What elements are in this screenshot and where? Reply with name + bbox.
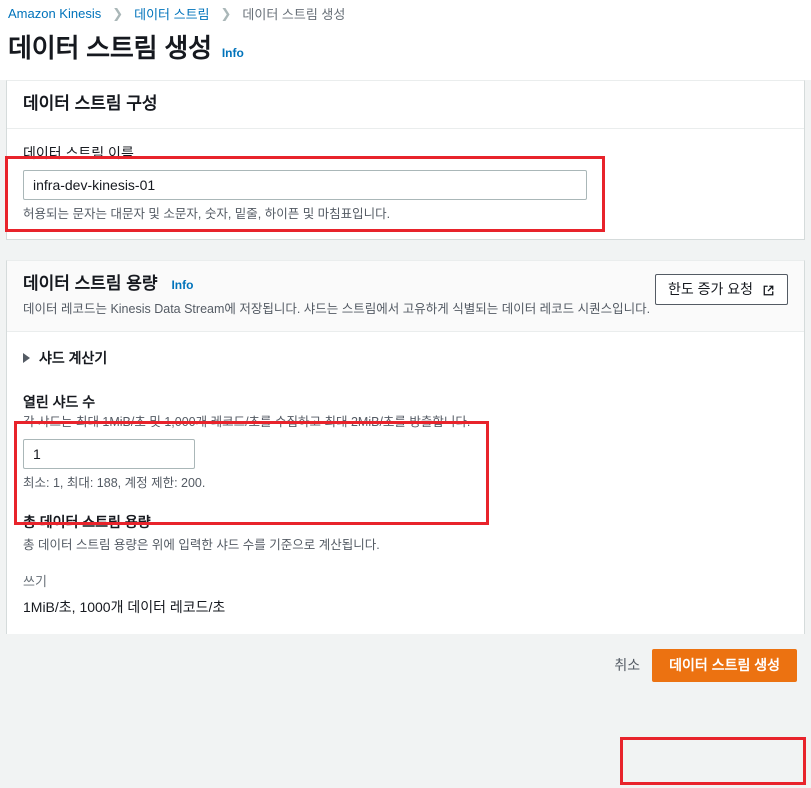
data-stream-capacity-card: 데이터 스트림 용량 Info 데이터 레코드는 Kinesis Data St… [6, 260, 805, 697]
capacity-card-header: 데이터 스트림 용량 Info 데이터 레코드는 Kinesis Data St… [7, 261, 804, 333]
page-header: 데이터 스트림 생성 Info [0, 26, 811, 80]
stream-name-help-text: 허용되는 문자는 대문자 및 소문자, 숫자, 밑줄, 하이픈 및 마침표입니다… [23, 207, 391, 222]
page-info-link[interactable]: Info [222, 46, 244, 60]
cancel-button[interactable]: 취소 [602, 649, 652, 681]
breadcrumb-item-amazon-kinesis[interactable]: Amazon Kinesis [8, 6, 101, 21]
create-data-stream-button[interactable]: 데이터 스트림 생성 [652, 648, 797, 682]
stream-name-label: 데이터 스트림 이름 [23, 145, 134, 162]
data-stream-configuration-card: 데이터 스트림 구성 데이터 스트림 이름 허용되는 문자는 대문자 및 소문자… [6, 79, 805, 241]
metric-write-value: 1MiB/초, 1000개 데이터 레코드/초 [23, 599, 226, 616]
shard-count-field-group: 열린 샤드 수 각 샤드는 최대 1MiB/초 및 1,000개 레코드/초를 … [23, 392, 788, 492]
page-title: 데이터 스트림 생성 [8, 33, 212, 63]
shard-count-help-text: 최소: 1, 최대: 188, 계정 제한: 200. [23, 476, 206, 491]
total-capacity-description: 총 데이터 스트림 용량은 위에 입력한 샤드 수를 기준으로 계산됩니다. [23, 538, 380, 553]
shard-count-input[interactable] [23, 439, 195, 470]
breadcrumb-item-data-streams[interactable]: 데이터 스트림 [134, 4, 209, 23]
breadcrumb-separator-icon-2: ❯ [220, 5, 232, 21]
form-actions: 취소 데이터 스트림 생성 [0, 634, 811, 697]
configuration-card-body: 데이터 스트림 이름 허용되는 문자는 대문자 및 소문자, 숫자, 밑줄, 하… [7, 129, 804, 239]
capacity-card-title: 데이터 스트림 용량 [23, 274, 158, 294]
configuration-card-title: 데이터 스트림 구성 [23, 93, 158, 113]
shard-count-description: 각 샤드는 최대 1MiB/초 및 1,000개 레코드/초를 수집하고 최대 … [23, 415, 471, 430]
caret-right-icon [23, 353, 30, 364]
page-content: Amazon Kinesis ❯ 데이터 스트림 ❯ 데이터 스트림 생성 데이… [0, 0, 811, 785]
capacity-info-link[interactable]: Info [171, 278, 193, 292]
shard-calculator-expandable[interactable]: 샤드 계산기 [23, 346, 788, 370]
breadcrumb-item-current: 데이터 스트림 생성 [242, 6, 346, 22]
request-limit-increase-button[interactable]: 한도 증가 요청 [654, 274, 788, 306]
breadcrumb: Amazon Kinesis ❯ 데이터 스트림 ❯ 데이터 스트림 생성 [0, 0, 811, 26]
shard-calculator-label: 샤드 계산기 [39, 350, 108, 367]
request-limit-increase-label: 한도 증가 요청 [667, 281, 753, 298]
total-capacity-title: 총 데이터 스트림 용량 [23, 514, 151, 531]
annotation-box-create-button [620, 737, 806, 785]
breadcrumb-separator-icon: ❯ [112, 5, 124, 21]
metric-write-label: 쓰기 [23, 574, 47, 590]
capacity-card-description: 데이터 레코드는 Kinesis Data Stream에 저장됩니다. 샤드는… [23, 301, 651, 316]
configuration-card-header: 데이터 스트림 구성 [7, 80, 804, 130]
metric-write: 쓰기 1MiB/초, 1000개 데이터 레코드/초 [23, 571, 788, 617]
external-link-icon [762, 283, 775, 296]
stream-name-input[interactable] [23, 170, 587, 201]
shard-count-label: 열린 샤드 수 [23, 394, 96, 411]
